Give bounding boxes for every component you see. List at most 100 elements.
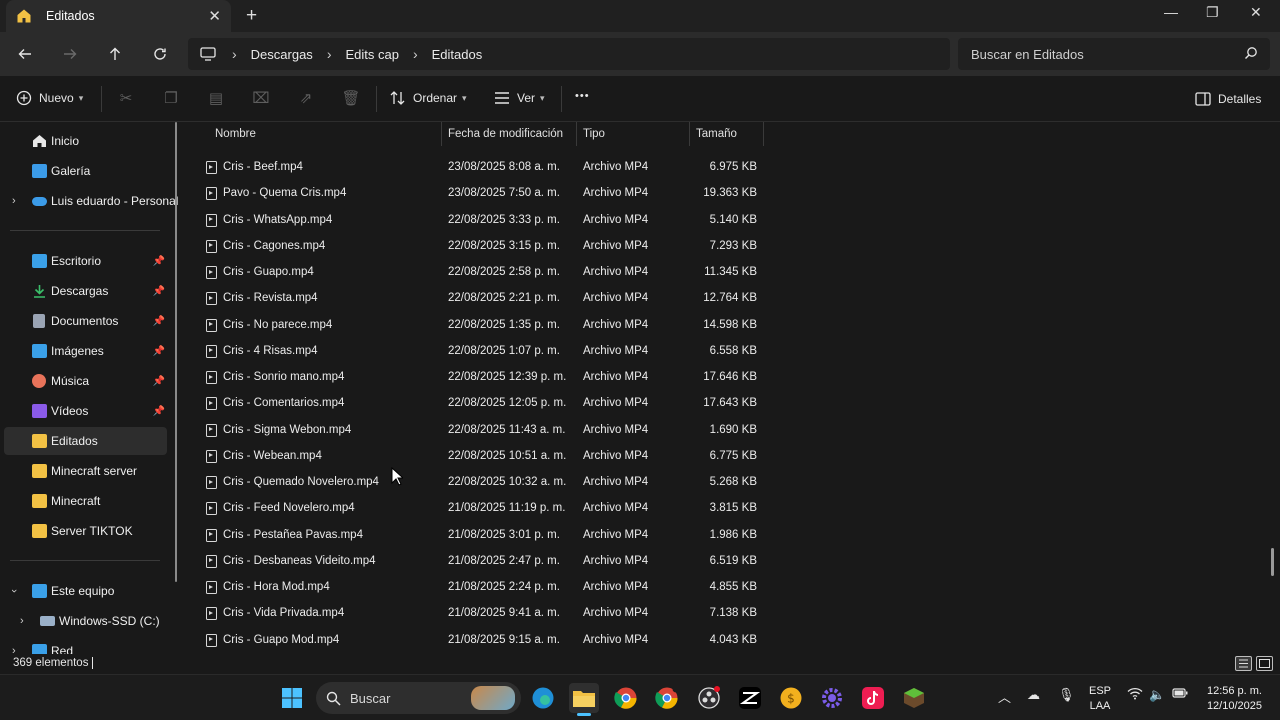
details-view-button[interactable] bbox=[1235, 656, 1252, 671]
onedrive-cloud-icon[interactable]: ☁ bbox=[1027, 687, 1040, 703]
chrome-profile-app[interactable] bbox=[652, 683, 682, 713]
sidebar-item-documentos[interactable]: Documentos 📌 bbox=[4, 307, 167, 335]
table-row[interactable]: Cris - Guapo.mp4 22/08/2025 2:58 p. m. Arc… bbox=[200, 260, 766, 286]
table-row[interactable]: Pavo - Quema Cris.mp4 23/08/2025 7:50 a. … bbox=[200, 181, 766, 207]
volume-icon[interactable]: 🔈 bbox=[1149, 687, 1165, 703]
table-row[interactable]: Cris - Quemado Novelero.mp4 22/08/2025 10… bbox=[200, 470, 766, 496]
battery-icon[interactable] bbox=[1172, 687, 1188, 702]
chevron-right-icon[interactable]: › bbox=[12, 195, 16, 207]
sidebar-item-inicio[interactable]: Inicio bbox=[4, 127, 167, 155]
taskbar-search[interactable]: Buscar bbox=[316, 682, 521, 714]
chevron-up-icon[interactable]: ︿ bbox=[998, 687, 1011, 706]
paste-icon[interactable]: ▤ bbox=[206, 89, 226, 109]
table-row[interactable]: Cris - Revista.mp4 22/08/2025 2:21 p. m. A… bbox=[200, 286, 766, 312]
large-icons-view-button[interactable] bbox=[1256, 656, 1273, 671]
sidebar-scrollbar[interactable] bbox=[175, 122, 177, 582]
sidebar-item-descargas[interactable]: Descargas 📌 bbox=[4, 277, 167, 305]
pin-icon[interactable]: 📌 bbox=[153, 346, 165, 357]
sidebar-item-galeria[interactable]: Galería bbox=[4, 157, 167, 185]
table-row[interactable]: Cris - Guapo Mod.mp4 21/08/2025 9:15 a. m… bbox=[200, 628, 766, 654]
search-input[interactable]: Buscar en Editados bbox=[971, 47, 1084, 62]
pin-icon[interactable]: 📌 bbox=[153, 256, 165, 267]
more-options-button[interactable]: ••• bbox=[575, 90, 590, 102]
chevron-right-icon[interactable]: › bbox=[12, 645, 16, 654]
table-row[interactable]: Cris - Desbaneas Videito.mp4 21/08/2025 2… bbox=[200, 549, 766, 575]
content-scrollbar[interactable] bbox=[1271, 548, 1274, 576]
tab-editados[interactable]: Editados ✕ bbox=[6, 0, 231, 32]
start-button[interactable] bbox=[277, 683, 307, 713]
pin-icon[interactable]: 📌 bbox=[153, 286, 165, 297]
table-row[interactable]: Cris - Webean.mp4 22/08/2025 10:51 a. m. A… bbox=[200, 444, 766, 470]
table-row[interactable]: Cris - WhatsApp.mp4 22/08/2025 3:33 p. m.… bbox=[200, 208, 766, 234]
table-row[interactable]: Cris - Comentarios.mp4 22/08/2025 12:05 p… bbox=[200, 391, 766, 417]
sidebar-item-editados[interactable]: Editados bbox=[4, 427, 167, 455]
table-row[interactable]: Cris - Pestañea Pavas.mp4 21/08/2025 3:01… bbox=[200, 523, 766, 549]
sidebar-item-minecraft[interactable]: Minecraft bbox=[4, 487, 167, 515]
breadcrumb-descargas[interactable]: Descargas bbox=[251, 47, 313, 62]
rename-icon[interactable]: ⌧ bbox=[251, 89, 271, 109]
address-bar[interactable]: › Descargas › Edits cap › Editados bbox=[188, 38, 950, 70]
table-row[interactable]: Cris - Sonrio mano.mp4 22/08/2025 12:39 p… bbox=[200, 365, 766, 391]
sidebar-item-escritorio[interactable]: Escritorio 📌 bbox=[4, 247, 167, 275]
close-window-button[interactable]: ✕ bbox=[1250, 4, 1262, 21]
breadcrumb-edits-cap[interactable]: Edits cap bbox=[345, 47, 398, 62]
restore-button[interactable]: ❐ bbox=[1206, 4, 1219, 21]
refresh-button[interactable] bbox=[149, 43, 171, 65]
new-button[interactable]: Nuevo ▾ bbox=[16, 90, 83, 106]
minecraft-app[interactable] bbox=[899, 683, 929, 713]
sidebar-item-videos[interactable]: Vídeos 📌 bbox=[4, 397, 167, 425]
language-indicator[interactable]: ESP LAA bbox=[1088, 684, 1112, 714]
view-button[interactable]: Ver ▾ bbox=[494, 91, 545, 105]
delete-icon[interactable]: 🗑 bbox=[341, 89, 361, 109]
new-tab-button[interactable]: + bbox=[246, 5, 257, 27]
sidebar-item-minecraft-server[interactable]: Minecraft server bbox=[4, 457, 167, 485]
breadcrumb-chevron-icon: › bbox=[326, 46, 332, 62]
sidebar-item-musica[interactable]: Música 📌 bbox=[4, 367, 167, 395]
chrome-app[interactable] bbox=[611, 683, 641, 713]
table-row[interactable]: Cris - No parece.mp4 22/08/2025 1:35 p. m… bbox=[200, 313, 766, 339]
sidebar-item-label: Música bbox=[51, 374, 90, 388]
sidebar-item-windows-ssd[interactable]: › Windows-SSD (C:) bbox=[4, 607, 167, 635]
sidebar-item-imagenes[interactable]: Imágenes 📌 bbox=[4, 337, 167, 365]
taskbar-search-input[interactable]: Buscar bbox=[350, 691, 390, 706]
share-icon[interactable]: ⇗ bbox=[296, 89, 316, 109]
table-row[interactable]: Cris - Hora Mod.mp4 21/08/2025 2:24 p. m.… bbox=[200, 575, 766, 601]
details-button[interactable]: Detalles bbox=[1195, 92, 1261, 106]
chevron-down-icon[interactable]: › bbox=[8, 589, 20, 593]
table-row[interactable]: Cris - Sigma Webon.mp4 22/08/2025 11:43 a… bbox=[200, 418, 766, 444]
up-button[interactable] bbox=[104, 43, 126, 65]
close-tab-icon[interactable]: ✕ bbox=[208, 7, 221, 25]
cut-icon[interactable]: ✂ bbox=[116, 89, 136, 109]
copy-icon[interactable]: ❐ bbox=[161, 89, 181, 109]
capcut-app[interactable] bbox=[735, 683, 765, 713]
wifi-icon[interactable] bbox=[1127, 687, 1143, 703]
breadcrumb-editados[interactable]: Editados bbox=[432, 47, 483, 62]
forward-button[interactable] bbox=[59, 43, 81, 65]
gear-app[interactable] bbox=[817, 683, 847, 713]
table-row[interactable]: Cris - Beef.mp4 23/08/2025 8:08 a. m. Arch… bbox=[200, 155, 766, 181]
table-row[interactable]: Cris - Vida Privada.mp4 21/08/2025 9:41 a… bbox=[200, 601, 766, 627]
back-button[interactable] bbox=[14, 43, 36, 65]
pin-icon[interactable]: 📌 bbox=[153, 316, 165, 327]
sidebar-item-onedrive[interactable]: › Luis eduardo - Personal bbox=[4, 187, 178, 215]
sort-button[interactable]: Ordenar ▾ bbox=[390, 91, 467, 105]
minimize-button[interactable]: — bbox=[1164, 4, 1178, 20]
table-row[interactable]: Cris - Feed Novelero.mp4 21/08/2025 11:19… bbox=[200, 496, 766, 522]
tiktok-app[interactable] bbox=[858, 683, 888, 713]
pin-icon[interactable]: 📌 bbox=[153, 376, 165, 387]
partial-table-row[interactable] bbox=[200, 139, 766, 149]
edge-app[interactable] bbox=[528, 683, 558, 713]
pin-icon[interactable]: 📌 bbox=[153, 406, 165, 417]
chevron-right-icon[interactable]: › bbox=[20, 615, 24, 627]
sidebar-item-este-equipo[interactable]: › Este equipo bbox=[4, 577, 167, 605]
system-clock[interactable]: 12:56 p. m. 12/10/2025 bbox=[1196, 684, 1262, 714]
microphone-icon[interactable]: 🎙 bbox=[1058, 687, 1075, 703]
file-explorer-app[interactable] bbox=[569, 683, 599, 716]
table-row[interactable]: Cris - Cagones.mp4 22/08/2025 3:15 p. m. A… bbox=[200, 234, 766, 260]
sidebar-item-red[interactable]: › Red bbox=[4, 637, 167, 654]
sidebar-item-server-tiktok[interactable]: Server TIKTOK bbox=[4, 517, 167, 545]
search-box[interactable]: Buscar en Editados bbox=[958, 38, 1270, 70]
table-row[interactable]: Cris - 4 Risas.mp4 22/08/2025 1:07 p. m. A… bbox=[200, 339, 766, 365]
coin-app[interactable]: $ bbox=[776, 683, 806, 713]
obs-app[interactable] bbox=[694, 683, 724, 713]
